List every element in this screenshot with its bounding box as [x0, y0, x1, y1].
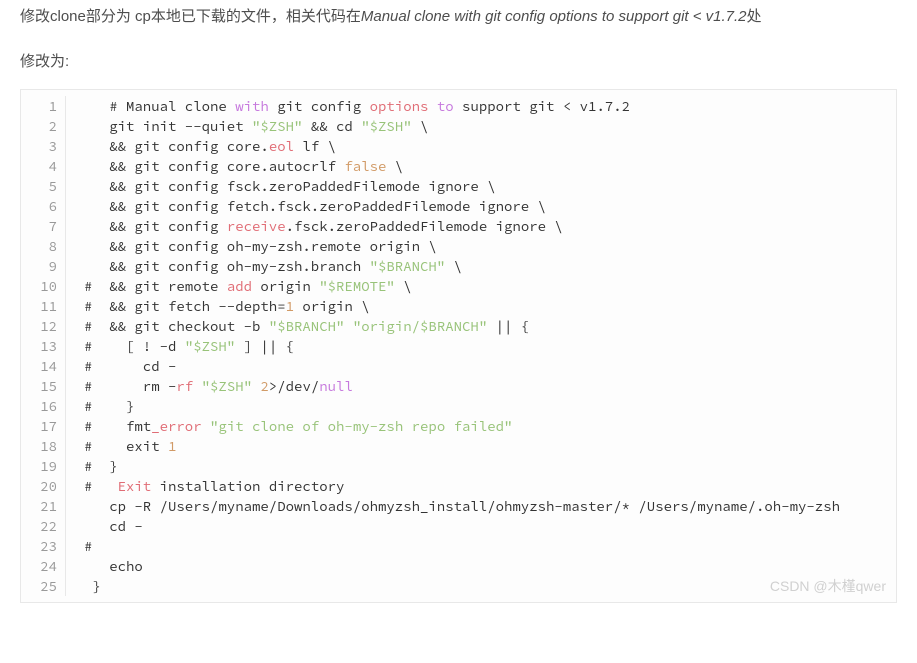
- intro-italic: Manual clone with git config options to …: [361, 8, 747, 25]
- line-content: # Exit installation directory: [66, 476, 344, 496]
- line-number: 10: [21, 276, 66, 296]
- code-line: 18# exit 1: [21, 436, 896, 456]
- code-line: 21 cp -R /Users/myname/Downloads/ohmyzsh…: [21, 496, 896, 516]
- line-content: # && git remote add origin "$REMOTE" \: [66, 276, 412, 296]
- code-line: 17# fmt_error "git clone of oh-my-zsh re…: [21, 416, 896, 436]
- line-number: 16: [21, 396, 66, 416]
- line-content: # cd -: [66, 356, 176, 376]
- code-line: 10# && git remote add origin "$REMOTE" \: [21, 276, 896, 296]
- code-line: 2 git init --quiet "$ZSH" && cd "$ZSH" \: [21, 116, 896, 136]
- line-number: 21: [21, 496, 66, 516]
- line-content: cp -R /Users/myname/Downloads/ohmyzsh_in…: [66, 496, 840, 516]
- line-content: && git config core.autocrlf false \: [66, 156, 403, 176]
- line-number: 20: [21, 476, 66, 496]
- line-number: 22: [21, 516, 66, 536]
- line-number: 11: [21, 296, 66, 316]
- intro-prefix: 修改clone部分为 cp本地已下载的文件，相关代码在: [20, 8, 361, 25]
- line-number: 12: [21, 316, 66, 336]
- code-line: 7 && git config receive.fsck.zeroPaddedF…: [21, 216, 896, 236]
- code-block: 1 # Manual clone with git config options…: [20, 89, 897, 603]
- line-content: }: [66, 576, 101, 596]
- code-line: 25 }: [21, 576, 896, 596]
- line-number: 18: [21, 436, 66, 456]
- code-line: 13# [ ! -d "$ZSH" ] || {: [21, 336, 896, 356]
- code-line: 1 # Manual clone with git config options…: [21, 96, 896, 116]
- line-content: # }: [66, 396, 134, 416]
- code-line: 4 && git config core.autocrlf false \: [21, 156, 896, 176]
- line-number: 3: [21, 136, 66, 156]
- intro-suffix: 处: [747, 8, 762, 25]
- line-content: # && git fetch --depth=1 origin \: [66, 296, 370, 316]
- line-number: 4: [21, 156, 66, 176]
- line-number: 15: [21, 376, 66, 396]
- line-number: 17: [21, 416, 66, 436]
- line-number: 23: [21, 536, 66, 556]
- line-content: # Manual clone with git config options t…: [66, 96, 630, 116]
- code-line: 15# rm -rf "$ZSH" 2>/dev/null: [21, 376, 896, 396]
- line-content: cd -: [66, 516, 143, 536]
- line-number: 7: [21, 216, 66, 236]
- code-line: 12# && git checkout -b "$BRANCH" "origin…: [21, 316, 896, 336]
- line-number: 24: [21, 556, 66, 576]
- line-content: # && git checkout -b "$BRANCH" "origin/$…: [66, 316, 529, 336]
- modify-label: 修改为:: [20, 50, 897, 71]
- line-content: && git config fetch.fsck.zeroPaddedFilem…: [66, 196, 546, 216]
- line-number: 8: [21, 236, 66, 256]
- line-number: 6: [21, 196, 66, 216]
- line-number: 14: [21, 356, 66, 376]
- code-line: 14# cd -: [21, 356, 896, 376]
- code-line: 19# }: [21, 456, 896, 476]
- code-line: 11# && git fetch --depth=1 origin \: [21, 296, 896, 316]
- line-content: # rm -rf "$ZSH" 2>/dev/null: [66, 376, 353, 396]
- code-line: 9 && git config oh-my-zsh.branch "$BRANC…: [21, 256, 896, 276]
- line-content: # [ ! -d "$ZSH" ] || {: [66, 336, 294, 356]
- line-number: 13: [21, 336, 66, 356]
- line-content: && git config fsck.zeroPaddedFilemode ig…: [66, 176, 496, 196]
- line-content: && git config core.eol lf \: [66, 136, 336, 156]
- line-content: && git config oh-my-zsh.remote origin \: [66, 236, 437, 256]
- line-content: # fmt_error "git clone of oh-my-zsh repo…: [66, 416, 512, 436]
- line-number: 9: [21, 256, 66, 276]
- line-number: 1: [21, 96, 66, 116]
- code-line: 3 && git config core.eol lf \: [21, 136, 896, 156]
- line-number: 2: [21, 116, 66, 136]
- line-content: && git config oh-my-zsh.branch "$BRANCH"…: [66, 256, 462, 276]
- code-line: 20# Exit installation directory: [21, 476, 896, 496]
- code-line: 6 && git config fetch.fsck.zeroPaddedFil…: [21, 196, 896, 216]
- code-line: 22 cd -: [21, 516, 896, 536]
- watermark-text: CSDN @木槿qwer: [770, 576, 886, 596]
- line-content: echo: [66, 556, 143, 576]
- line-number: 5: [21, 176, 66, 196]
- intro-paragraph: 修改clone部分为 cp本地已下载的文件，相关代码在Manual clone …: [20, 4, 897, 30]
- code-line: 24 echo: [21, 556, 896, 576]
- line-number: 19: [21, 456, 66, 476]
- line-content: #: [66, 536, 92, 556]
- line-content: git init --quiet "$ZSH" && cd "$ZSH" \: [66, 116, 428, 136]
- line-content: # }: [66, 456, 118, 476]
- line-content: && git config receive.fsck.zeroPaddedFil…: [66, 216, 563, 236]
- code-line: 5 && git config fsck.zeroPaddedFilemode …: [21, 176, 896, 196]
- code-line: 16# }: [21, 396, 896, 416]
- code-line: 8 && git config oh-my-zsh.remote origin …: [21, 236, 896, 256]
- line-number: 25: [21, 576, 66, 596]
- line-content: # exit 1: [66, 436, 176, 456]
- code-line: 23#: [21, 536, 896, 556]
